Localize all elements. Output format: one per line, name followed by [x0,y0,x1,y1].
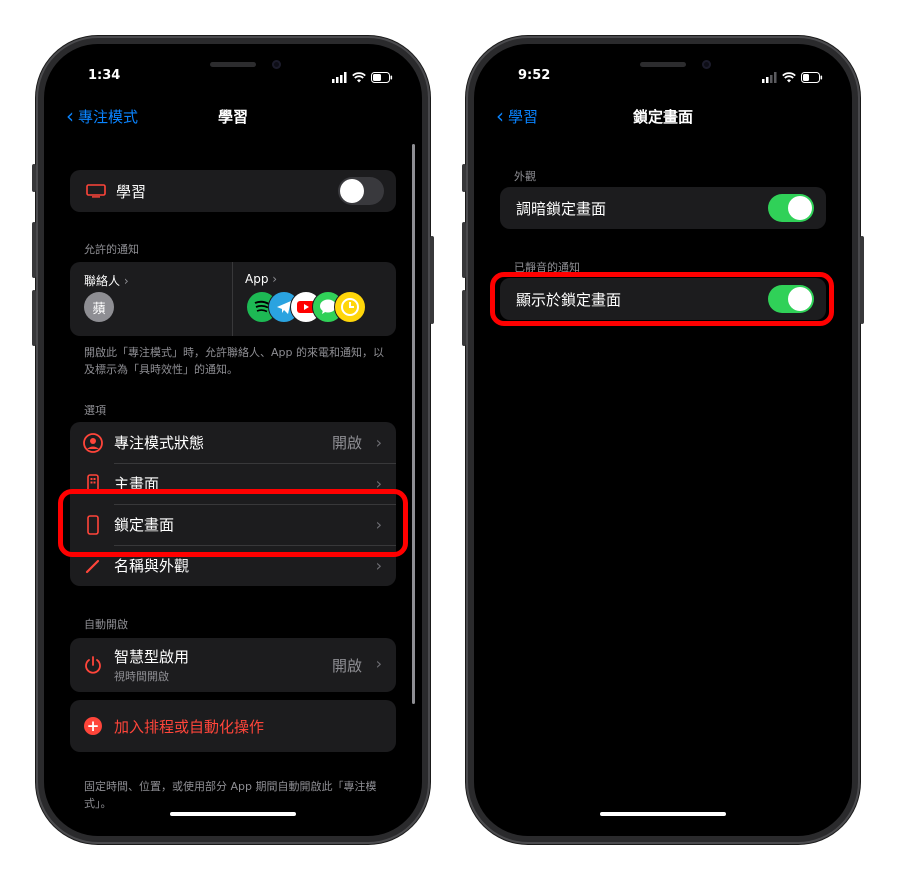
status-time: 9:52 [518,68,551,83]
smart-sublabel: 視時間開啟 [114,670,169,683]
allowed-header: 允許的通知 [84,243,139,256]
left-screen: 1:34 ‹ 專注模式 學習 學習 允許的通知 聯絡人 › 蘋 App › 開啟… [44,44,422,836]
page-title: 鎖定畫面 [632,108,693,126]
volume-down-button [32,290,36,346]
status-icons [762,71,823,83]
people-tile[interactable]: 聯絡人 › 蘋 [70,262,232,336]
front-camera [702,60,711,69]
speaker [640,62,686,67]
action-button [32,164,36,192]
chevron-right-icon: › [123,274,129,288]
dim-toggle[interactable] [768,194,814,222]
highlight-box [490,272,834,326]
allowed-card: 聯絡人 › 蘋 App › [70,262,396,336]
focus-toggle[interactable] [338,177,384,205]
apps-title: App › [245,272,277,286]
option-label: 專注模式狀態 [114,434,205,452]
volume-up-button [462,222,466,278]
status-icons [332,71,393,83]
chevron-right-icon: › [272,272,278,286]
right-screen: 9:52 ‹ 學習 鎖定畫面 外觀 調暗鎖定畫面 已靜音的通知 顯示於鎖定畫面 [474,44,852,836]
avatar: 蘋 [84,292,114,322]
focus-toggle-card: 學習 [70,170,396,212]
toggle-knob [788,196,812,220]
right-phone: 9:52 ‹ 學習 鎖定畫面 外觀 調暗鎖定畫面 已靜音的通知 顯示於鎖定畫面 [462,36,864,844]
focus-label: 學習 [116,182,147,201]
tv-icon [86,184,106,198]
wifi-icon [782,71,796,82]
appearance-header: 外觀 [514,170,536,183]
battery-icon [371,71,393,83]
people-label: 聯絡人 [84,274,121,288]
pencil-icon [85,559,100,573]
apps-tile[interactable]: App › [233,262,396,336]
side-button [860,236,864,324]
smart-value: 開啟 [331,657,362,675]
speaker [210,62,256,67]
signal-icon [332,71,347,83]
smart-activation-card[interactable]: 智慧型啟用 視時間開啟 開啟 › [70,638,396,692]
side-button [430,236,434,324]
chevron-right-icon: › [375,433,382,452]
allowed-footnote: 開啟此「專注模式」時，允許聯絡人、App 的來電和通知，以及標示為「具時效性」的… [84,346,384,376]
home-indicator[interactable] [600,812,726,816]
apps-label: App [245,272,269,286]
option-value: 開啟 [331,434,362,452]
plus-icon: + [84,717,102,735]
left-phone: 1:34 ‹ 專注模式 學習 學習 允許的通知 聯絡人 › 蘋 App › 開啟… [32,36,434,844]
dim-lock-screen-card: 調暗鎖定畫面 [500,187,826,229]
scroll-indicator[interactable] [412,144,415,704]
status-time: 1:34 [88,68,121,83]
auto-footnote: 固定時間、位置，或使用部分 App 期間自動開啟此「專注模式」。 [84,780,377,810]
volume-down-button [462,290,466,346]
battery-icon [801,71,823,83]
option-focus-status[interactable]: 專注模式狀態 開啟 › [70,422,396,463]
focus-status-icon [83,432,103,453]
page-title: 學習 [217,108,248,126]
wifi-icon [352,71,366,82]
chevron-right-icon: › [375,556,382,575]
smart-label: 智慧型啟用 [114,648,190,666]
clock-icon [334,291,366,323]
front-camera [272,60,281,69]
auto-header: 自動開啟 [84,618,128,631]
dim-label: 調暗鎖定畫面 [516,199,607,218]
people-title: 聯絡人 › [84,272,129,289]
add-schedule-label: 加入排程或自動化操作 [114,718,265,736]
toggle-knob [340,179,364,203]
volume-up-button [32,222,36,278]
option-label: 名稱與外觀 [114,557,190,575]
chevron-right-icon: › [375,654,382,673]
options-header: 選項 [84,404,106,417]
highlight-box [58,489,408,557]
signal-icon [762,71,777,83]
add-schedule-button[interactable]: + 加入排程或自動化操作 [70,700,396,752]
home-indicator[interactable] [170,812,296,816]
power-icon [85,656,101,674]
action-button [462,164,466,192]
